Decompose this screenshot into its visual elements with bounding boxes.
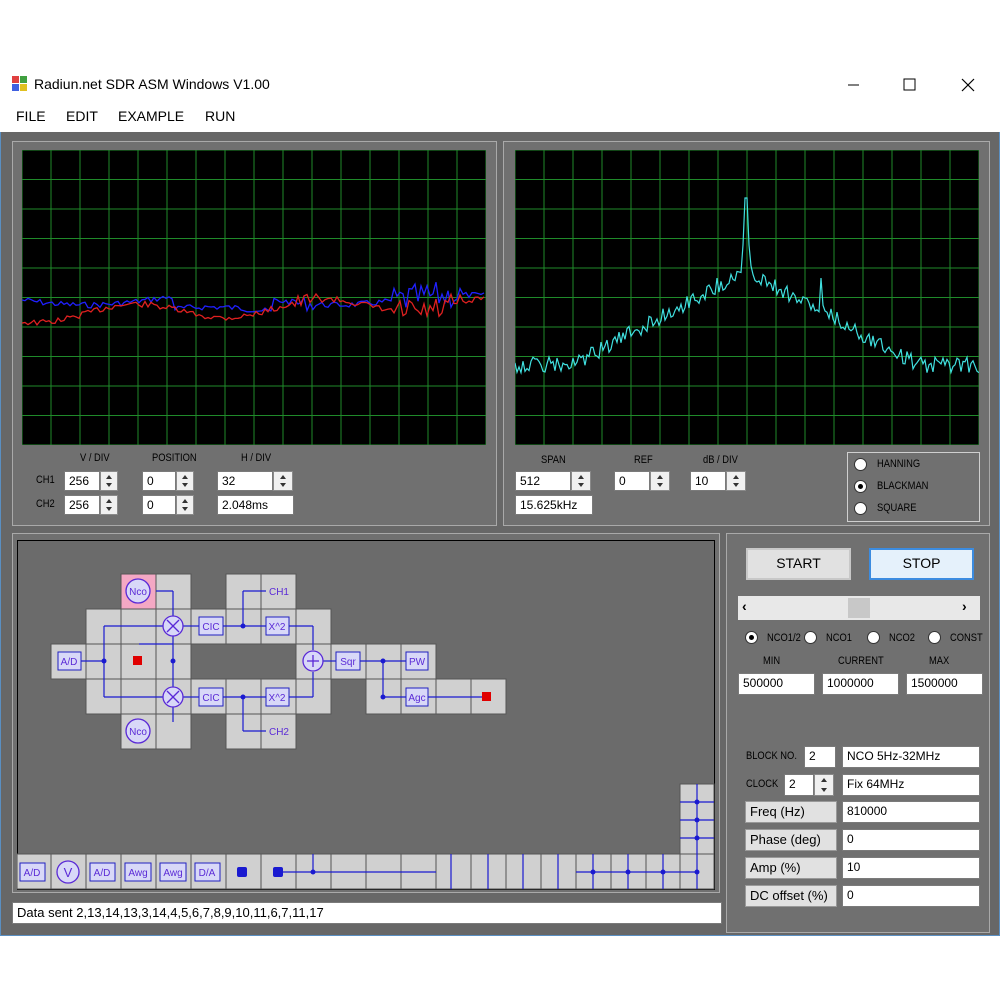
amp-field[interactable]: 10 [842,857,980,879]
phase-field[interactable]: 0 [842,829,980,851]
clock-label: CLOCK [746,778,779,790]
span-spinner[interactable] [571,471,591,491]
dbdiv-field[interactable]: 10 [690,471,726,491]
ref-spinner[interactable] [650,471,670,491]
span-freq-readout: 15.625kHz [515,495,593,515]
marker-left [133,656,142,665]
square1-block: X^2 [269,622,286,633]
maximize-button[interactable] [894,66,926,104]
start-button[interactable]: START [746,548,851,580]
hdiv-header: H / DIV [241,452,272,464]
ch1-position-field[interactable]: 0 [142,471,176,491]
ref-header: REF [634,454,653,466]
clock-field[interactable]: 2 [784,774,814,796]
ch1-position-spinner[interactable] [176,471,194,491]
dbdiv-header: dB / DIV [703,454,738,466]
minimize-button[interactable] [838,66,870,104]
block-no-field[interactable]: 2 [804,746,836,768]
agc-block: Agc [408,693,425,704]
span-header: SPAN [541,454,566,466]
menu-file[interactable]: FILE [16,108,46,124]
close-button[interactable] [952,66,984,104]
ch2-position-spinner[interactable] [176,495,194,515]
nco2-label: NCO2 [889,632,915,644]
palette-awg-2: Awg [163,868,182,879]
spectrum-display [515,150,979,445]
nco12-radio[interactable] [745,631,758,644]
ch2-position-field[interactable]: 0 [142,495,176,515]
square-label: SQUARE [877,502,917,514]
oscilloscope-display [22,150,486,445]
ch2-label: CH2 [36,498,55,510]
status-bar: Data sent 2,13,14,13,3,14,4,5,6,7,8,9,10… [12,902,722,924]
blackman-radio[interactable] [854,480,867,493]
signal-diagram: Nco Nco CIC CIC X^2 X^2 A/D Sqr PW Agc C… [17,573,715,890]
ch1-output-label: CH1 [269,587,289,598]
hdiv-field[interactable]: 32 [217,471,273,491]
ch1-vdiv-spinner[interactable] [100,471,118,491]
current-label: CURRENT [838,655,884,667]
menu-edit[interactable]: EDIT [66,108,98,124]
ref-field[interactable]: 0 [614,471,650,491]
freq-field[interactable]: 810000 [842,801,980,823]
hanning-radio[interactable] [854,458,867,471]
min-label: MIN [763,655,781,667]
cic1-block: CIC [202,622,219,633]
current-field[interactable]: 1000000 [822,673,899,695]
window-title: Radiun.net SDR ASM Windows V1.00 [34,76,270,92]
amp-label: Amp (%) [745,857,837,879]
scroll-thumb[interactable] [848,598,870,618]
square-radio[interactable] [854,502,867,515]
dc-offset-label: DC offset (%) [745,885,837,907]
hdiv-spinner[interactable] [273,471,293,491]
sqr-block: Sqr [340,657,356,668]
palette-voltmeter: V [64,865,73,880]
scroll-left-icon[interactable]: ‹ [742,598,747,614]
clock-spinner[interactable] [814,774,834,796]
min-field[interactable]: 500000 [738,673,815,695]
palette-awg-1: Awg [128,868,147,879]
const-radio[interactable] [928,631,941,644]
marker-right [482,692,491,701]
time-readout: 2.048ms [217,495,294,515]
menu-example[interactable]: EXAMPLE [118,108,184,124]
blackman-label: BLACKMAN [877,480,929,492]
adc-block: A/D [61,657,78,668]
ch2-output-label: CH2 [269,727,289,738]
nco1-block: Nco [129,587,147,598]
max-label: MAX [929,655,950,667]
square2-block: X^2 [269,693,286,704]
ch2-vdiv-field[interactable]: 256 [64,495,100,515]
phase-label: Phase (deg) [745,829,837,851]
palette-adc-1: A/D [24,868,41,879]
cic2-block: CIC [202,693,219,704]
freq-label: Freq (Hz) [745,801,837,823]
app-icon [12,76,28,92]
block-name-field: NCO 5Hz-32MHz [842,746,980,768]
ch2-vdiv-spinner[interactable] [100,495,118,515]
const-label: CONST [950,632,983,644]
scroll-right-icon[interactable]: › [962,598,967,614]
nco2-block: Nco [129,727,147,738]
clock-desc-field: Fix 64MHz [842,774,980,796]
nco2-radio[interactable] [867,631,880,644]
nco1-radio[interactable] [804,631,817,644]
max-field[interactable]: 1500000 [906,673,983,695]
block-no-label: BLOCK NO. [746,750,797,762]
nco1-label: NCO1 [826,632,852,644]
vdiv-header: V / DIV [80,452,110,464]
palette-dac: D/A [199,868,216,879]
position-header: POSITION [152,452,197,464]
dbdiv-spinner[interactable] [726,471,746,491]
ch1-label: CH1 [36,474,55,486]
palette-adc-2: A/D [94,868,111,879]
stop-button[interactable]: STOP [869,548,974,580]
span-field[interactable]: 512 [515,471,571,491]
menu-run[interactable]: RUN [205,108,235,124]
hanning-label: HANNING [877,458,921,470]
dc-offset-field[interactable]: 0 [842,885,980,907]
ch1-vdiv-field[interactable]: 256 [64,471,100,491]
pw-block: PW [409,657,426,668]
nco12-label: NCO1/2 [767,632,801,644]
